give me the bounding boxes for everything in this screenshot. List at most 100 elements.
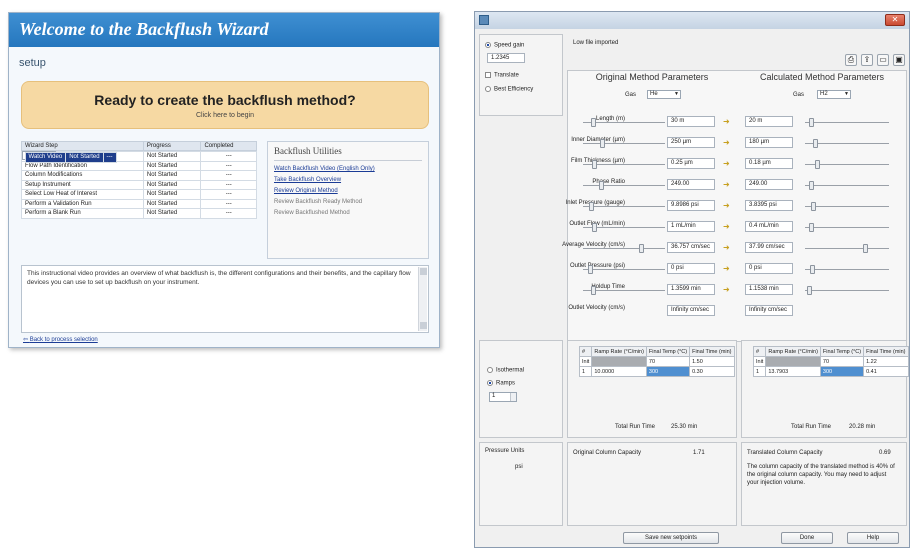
calculated-value-field[interactable]: 3.8395 psi [745, 200, 793, 211]
calculated-value-field[interactable]: 1.1538 min [745, 284, 793, 295]
copy-arrow-icon[interactable]: ➜ [723, 202, 737, 210]
copy-arrow-icon[interactable]: ➜ [723, 244, 737, 252]
ramp-cell[interactable]: 10.0000 [591, 366, 647, 377]
original-value-field[interactable]: 1 mL/min [667, 221, 715, 232]
calculated-value-field[interactable]: 249.00 [745, 179, 793, 190]
calculated-value-field[interactable]: 0.18 µm [745, 158, 793, 169]
copy-arrow-icon[interactable]: ➜ [723, 181, 737, 189]
table-row[interactable]: Perform a Validation Run Not Started --- [21, 198, 257, 209]
scroll-up-icon[interactable] [419, 268, 427, 275]
table-row[interactable]: Perform a Blank Run Not Started --- [21, 208, 257, 219]
calculated-slider[interactable] [805, 160, 889, 169]
original-slider[interactable] [583, 286, 665, 295]
table-row[interactable]: Init 70 1.22 [752, 356, 909, 367]
gas-select-calculated[interactable]: H2 ▼ [817, 90, 851, 99]
isothermal-option[interactable]: Isothermal [487, 367, 524, 374]
save-icon[interactable]: ▣ [893, 54, 905, 66]
original-value-field[interactable]: 1.3599 min [667, 284, 715, 295]
open-folder-icon[interactable]: ▭ [877, 54, 889, 66]
done-button[interactable]: Done [781, 532, 833, 544]
slider-thumb[interactable] [806, 286, 812, 295]
begin-banner-link[interactable]: Click here to begin [22, 112, 428, 119]
calculated-slider[interactable] [805, 181, 889, 190]
slider-thumb[interactable] [598, 181, 604, 190]
slider-thumb[interactable] [600, 139, 606, 148]
table-row[interactable]: Select Low Heat of Interest Not Started --… [21, 189, 257, 200]
original-slider[interactable] [583, 160, 665, 169]
slider-thumb[interactable] [809, 265, 815, 274]
slider-thumb[interactable] [809, 223, 814, 232]
slider-thumb[interactable] [592, 160, 598, 169]
original-slider[interactable] [583, 202, 665, 211]
scroll-down-icon[interactable] [420, 322, 427, 329]
gas-select-original[interactable]: He ▼ [647, 90, 681, 99]
calculated-value-field[interactable]: Infinity cm/sec [745, 305, 793, 316]
ramp-count-stepper[interactable]: 1 [489, 392, 517, 402]
slider-thumb[interactable] [811, 202, 817, 211]
slider-thumb[interactable] [809, 181, 814, 190]
slider-thumb[interactable] [639, 244, 645, 253]
table-row[interactable]: Init 70 1.50 [578, 356, 735, 367]
best-efficiency-option[interactable]: Best Efficiency [485, 86, 533, 93]
original-value-field[interactable]: 0.25 µm [667, 158, 715, 169]
translate-option[interactable]: Translate [485, 72, 519, 79]
original-value-field[interactable]: 36.757 cm/sec [667, 242, 715, 253]
original-value-field[interactable]: 9.8986 psi [667, 200, 715, 211]
original-value-field[interactable]: 0 psi [667, 263, 715, 274]
help-button[interactable]: Help [847, 532, 899, 544]
table-row[interactable]: Watch Video Not Started --- [21, 151, 117, 163]
original-value-field[interactable]: 250 µm [667, 137, 715, 148]
copy-arrow-icon[interactable]: ➜ [723, 286, 737, 294]
slider-thumb[interactable] [587, 265, 593, 274]
slider-thumb[interactable] [590, 286, 596, 295]
pressure-units-value[interactable]: psi [515, 464, 523, 470]
table-row[interactable]: Setup Instrument Not Started --- [21, 179, 257, 190]
original-slider[interactable] [583, 118, 665, 127]
calculated-slider[interactable] [805, 244, 889, 253]
slider-thumb[interactable] [809, 118, 814, 127]
utility-link-overview[interactable]: Take Backflush Overview [274, 177, 422, 183]
ramp-cell[interactable]: 1.50 [689, 356, 735, 367]
slider-thumb[interactable] [813, 139, 818, 148]
ramp-cell[interactable]: 0.30 [689, 366, 735, 377]
original-slider[interactable] [583, 223, 665, 232]
close-button[interactable]: ✕ [885, 14, 905, 26]
table-row[interactable]: 1 13.7903 300 0.41 [752, 366, 909, 377]
utility-link-original-method[interactable]: Review Original Method [274, 188, 422, 194]
utility-link-video[interactable]: Watch Backflush Video (English Only) [274, 166, 422, 172]
print-icon[interactable]: ⎙ [845, 54, 857, 66]
calculated-slider[interactable] [805, 223, 889, 232]
slider-thumb[interactable] [589, 202, 595, 211]
calculated-value-field[interactable]: 0.4 mL/min [745, 221, 793, 232]
ramps-option[interactable]: Ramps [487, 380, 515, 387]
calculated-slider[interactable] [805, 202, 889, 211]
ramp-cell[interactable]: 70 [645, 356, 691, 367]
begin-banner[interactable]: Ready to create the backflush method? Cl… [21, 81, 429, 129]
slider-thumb[interactable] [814, 160, 820, 169]
save-setpoints-button[interactable]: Save new setpoints [623, 532, 719, 544]
original-value-field[interactable]: 30 m [667, 116, 715, 127]
calculated-slider[interactable] [805, 118, 889, 127]
calculated-slider[interactable] [805, 265, 889, 274]
calculated-value-field[interactable]: 180 µm [745, 137, 793, 148]
copy-arrow-icon[interactable]: ➜ [723, 139, 737, 147]
copy-arrow-icon[interactable]: ➜ [723, 160, 737, 168]
copy-arrow-icon[interactable]: ➜ [723, 118, 737, 126]
slider-thumb[interactable] [590, 118, 596, 127]
back-link[interactable]: ⇦ Back to process selection [23, 336, 98, 343]
table-row[interactable]: Column Modifications Not Started --- [21, 170, 257, 181]
copy-arrow-icon[interactable]: ➜ [723, 265, 737, 273]
copy-arrow-icon[interactable]: ➜ [723, 223, 737, 231]
original-slider[interactable] [583, 181, 665, 190]
export-icon[interactable]: ⇪ [861, 54, 873, 66]
calculated-slider[interactable] [805, 139, 889, 148]
table-row[interactable]: 1 10.0000 300 0.30 [578, 366, 735, 377]
slider-thumb[interactable] [592, 223, 598, 232]
original-slider[interactable] [583, 244, 665, 253]
speed-gain-option[interactable]: Speed gain [485, 42, 524, 49]
ramp-cell[interactable]: 300 [645, 366, 691, 377]
calculated-slider[interactable] [805, 286, 889, 295]
slider-thumb[interactable] [862, 244, 868, 253]
spinner-icon[interactable] [510, 393, 516, 401]
original-value-field[interactable]: Infinity cm/sec [667, 305, 715, 316]
